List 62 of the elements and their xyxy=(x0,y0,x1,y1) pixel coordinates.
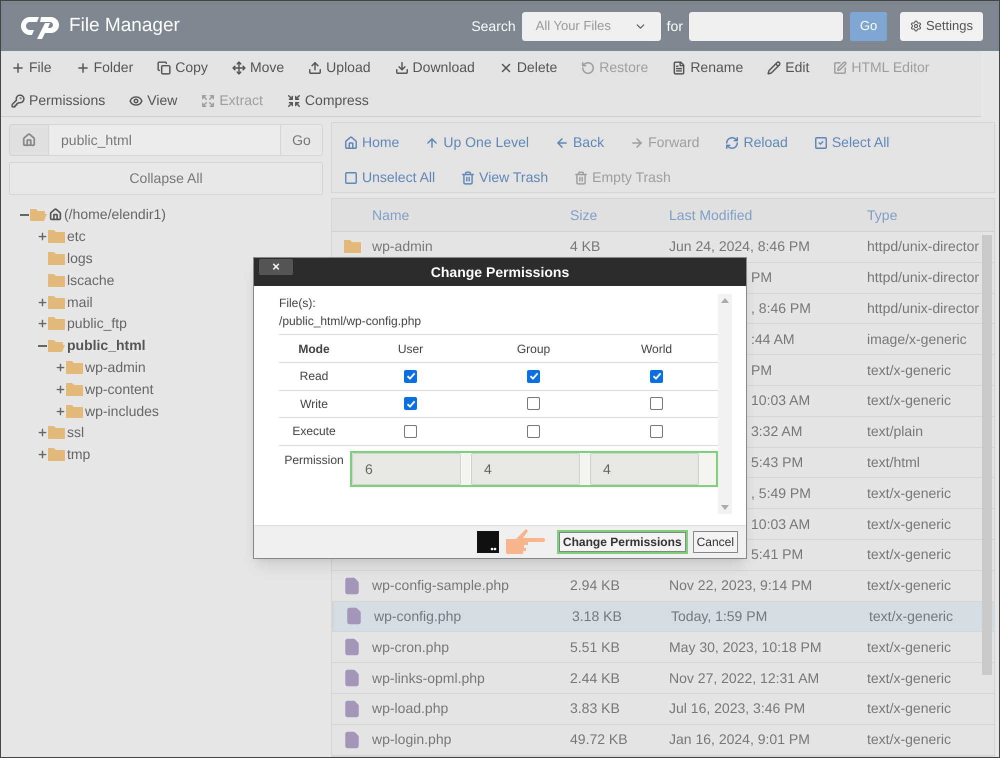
table-cell-text: text/x-generic xyxy=(867,545,952,564)
table-cell-text: 3.83 KB xyxy=(570,699,621,718)
table-cell-text: text/x-generic xyxy=(867,514,952,534)
table-cell-text: httpd/unix-director xyxy=(867,268,980,288)
permission-label: Permission xyxy=(283,452,345,468)
table-cell-text: 5:41 PM xyxy=(751,545,804,564)
table-cell-text: Jan 16, 2024, 9:01 PM xyxy=(669,730,810,750)
column-header: User xyxy=(396,340,424,358)
table-cell-text: text/x-generic xyxy=(867,638,952,657)
table-cell-text: text/x-generic xyxy=(867,699,952,718)
table-cell-text: :44 AM xyxy=(751,330,795,349)
table-cell-text: httpd/unix-director xyxy=(867,298,980,318)
table-cell-text: text/html xyxy=(867,452,920,472)
table-cell-text: text/x-generic xyxy=(867,484,952,503)
table-cell-text: 5:43 PM xyxy=(751,452,804,472)
table-cell-text: 49.72 KB xyxy=(570,730,629,750)
table-cell-text: 10:03 AM xyxy=(751,391,810,410)
table-cell-text: , 5:49 PM xyxy=(751,484,811,503)
files-label: File(s): xyxy=(279,295,317,312)
table-cell-text: Today, 1:59 PM xyxy=(671,606,768,626)
table-cell-text: , 8:46 PM xyxy=(751,298,811,318)
table-cell-text: text/x-generic xyxy=(867,360,952,380)
table-cell-text: 4 KB xyxy=(570,237,602,256)
table-cell-text: wp-config-sample.php xyxy=(372,576,510,596)
file-path: /public_html/wp-config.php xyxy=(279,313,422,330)
table-cell-text: wp-links-opml.php xyxy=(372,668,486,688)
table-cell-text: wp-admin xyxy=(372,237,434,256)
table-cell-text: Nov 22, 2023, 9:14 PM xyxy=(669,576,812,596)
table-cell-text: text/x-generic xyxy=(867,576,952,596)
table-cell-text: PM xyxy=(751,360,772,380)
mode-label: Read xyxy=(298,368,330,386)
table-cell-text: May 30, 2023, 10:18 PM xyxy=(669,638,822,657)
table-cell-text: wp-cron.php xyxy=(372,638,450,657)
table-cell-text: 3:32 AM xyxy=(751,422,802,442)
table-cell-text: text/x-generic xyxy=(867,668,952,688)
table-cell-text: text/plain xyxy=(867,422,924,442)
column-header: Group xyxy=(516,340,552,358)
table-cell-text: text/x-generic xyxy=(867,391,952,410)
for-label: for xyxy=(666,16,684,36)
app-title: File Manager xyxy=(69,14,180,38)
table-cell-text: Jul 16, 2023, 3:46 PM xyxy=(669,699,806,718)
table-cell-text: 3.18 KB xyxy=(572,606,623,626)
column-header: Mode xyxy=(297,340,331,358)
mode-label: Write xyxy=(299,396,329,413)
search-label: Search xyxy=(471,16,516,36)
column-header: World xyxy=(640,340,674,358)
table-cell-text: 10:03 AM xyxy=(751,514,810,534)
table-cell-text: Nov 27, 2022, 12:31 AM xyxy=(669,668,820,688)
table-cell-text: wp-load.php xyxy=(372,699,450,718)
table-cell-text: text/x-generic xyxy=(869,606,954,626)
dialog-title: Change Permissions xyxy=(430,262,570,282)
table-cell-text: httpd/unix-director xyxy=(867,237,980,256)
table-cell-text: 5.51 KB xyxy=(570,638,621,657)
table-cell-text: 2.94 KB xyxy=(570,576,621,596)
table-cell-text: wp-login.php xyxy=(372,730,452,750)
table-cell-text: Jun 24, 2024, 8:46 PM xyxy=(669,237,810,256)
table-cell-text: image/x-generic xyxy=(867,330,967,349)
table-cell-text: PM xyxy=(751,268,772,288)
mode-label: Execute xyxy=(291,423,337,440)
table-cell-text: text/x-generic xyxy=(867,730,952,750)
table-cell-text: 2.44 KB xyxy=(570,668,621,688)
table-cell-text: wp-config.php xyxy=(374,606,462,626)
